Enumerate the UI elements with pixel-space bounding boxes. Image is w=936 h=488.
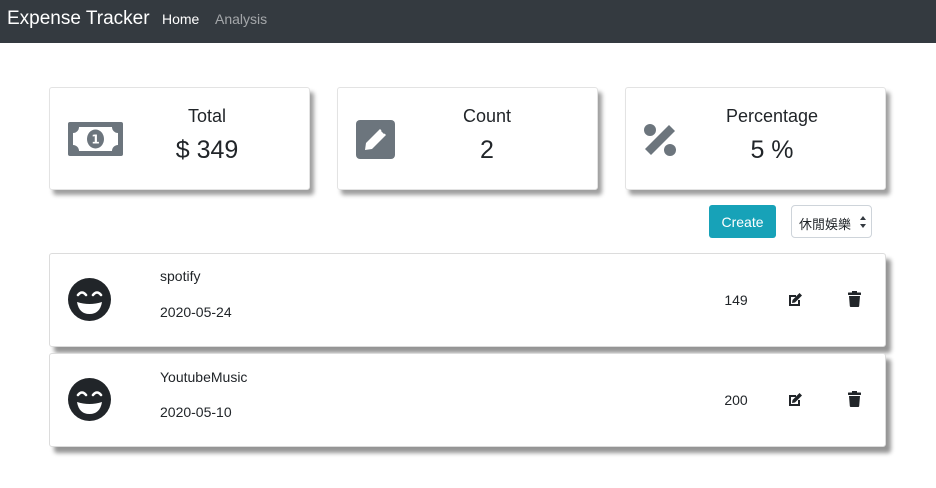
nav-link-analysis[interactable]: Analysis [215,11,267,27]
trash-icon[interactable] [848,291,861,307]
trash-icon[interactable] [848,391,861,407]
select-arrows-icon [860,216,866,228]
percentage-card: Percentage 5 % [625,87,886,190]
edit-icon[interactable] [787,292,803,308]
edit-icon[interactable] [787,392,803,408]
record-amount: 149 [724,292,748,308]
money-bill-icon: 1 [68,122,123,156]
percent-icon [644,124,676,156]
navbar-brand[interactable]: Expense Tracker [7,8,150,30]
record-date: 2020-05-24 [160,304,232,320]
count-value: 2 [480,136,494,164]
pen-square-icon [356,120,395,159]
create-button[interactable]: Create [709,205,776,238]
grin-icon [68,378,111,421]
count-title: Count [462,106,512,126]
total-card: 1 Total $ 349 [49,87,310,190]
svg-text:1: 1 [91,133,99,147]
percentage-title: Percentage [725,106,819,126]
record-name: spotify [160,268,201,284]
grin-icon [68,278,111,321]
record-date: 2020-05-10 [160,404,232,420]
total-value: $ 349 [175,136,239,164]
category-select-value: 休閒娛樂 [799,218,852,233]
total-title: Total [187,106,227,126]
percentage-value: 5 % [750,136,794,164]
navbar: Expense Tracker Home Analysis [0,0,936,43]
record-amount: 200 [724,392,748,408]
record-row: YoutubeMusic 2020-05-10 200 [49,353,886,447]
category-select[interactable]: 休閒娛樂 [791,205,872,238]
record-name: YoutubeMusic [160,369,248,385]
count-card: Count 2 [337,87,598,190]
nav-link-home[interactable]: Home [162,11,199,27]
record-row: spotify 2020-05-24 149 [49,253,886,347]
